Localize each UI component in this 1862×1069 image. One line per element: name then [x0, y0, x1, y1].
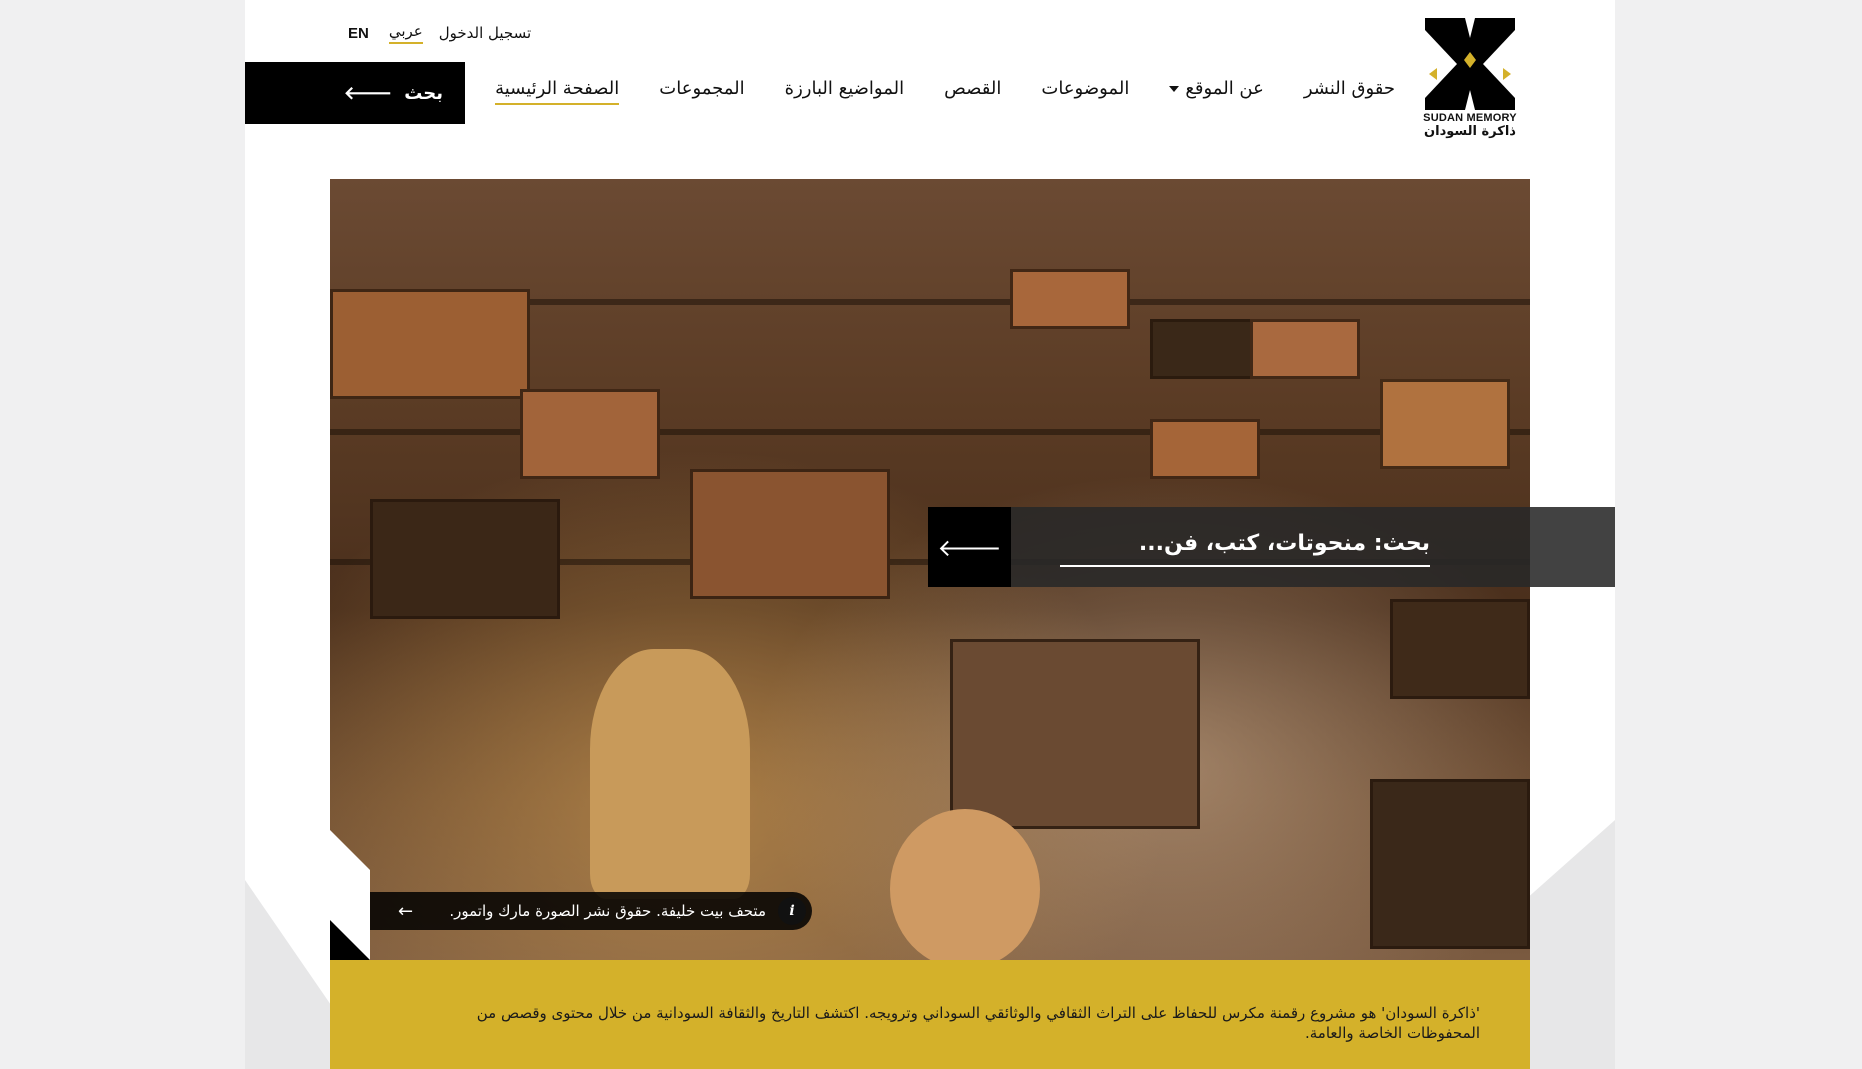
- nav-item-about[interactable]: عن الموقع: [1169, 78, 1264, 105]
- chevron-down-icon: [1169, 86, 1180, 92]
- logo-text-ar: ذاكرة السودان: [1424, 124, 1516, 139]
- search-submit-button[interactable]: 🡐: [928, 507, 1011, 587]
- search-button[interactable]: 🡐 بحث: [245, 62, 465, 124]
- main-nav: الصفحة الرئيسية المجموعات المواضيع البار…: [455, 78, 1395, 105]
- crate: [1150, 319, 1260, 379]
- crate: [950, 639, 1200, 829]
- info-icon[interactable]: i: [778, 897, 806, 925]
- decorative-shape-right: [1525, 820, 1615, 1069]
- arrow-left-icon: 🡐: [937, 533, 1002, 562]
- crate: [1380, 379, 1510, 469]
- crate: [370, 499, 560, 619]
- crate: [690, 469, 890, 599]
- logo-text-en: SUDAN MEMORY: [1423, 112, 1517, 124]
- hero-search-box: 🡐 بحث: منحوتات، كتب، فن...: [928, 507, 1615, 587]
- image-caption[interactable]: ← متحف بيت خليفة. حقوق نشر الصورة مارك و…: [370, 892, 812, 930]
- crate: [1370, 779, 1530, 949]
- nav-item-stories[interactable]: القصص: [944, 78, 1001, 105]
- intro-text: 'ذاكرة السودان' هو مشروع رقمنة مكرس للحف…: [476, 1004, 1480, 1042]
- nav-item-collections[interactable]: المجموعات: [659, 78, 744, 105]
- nav-item-about-label: عن الموقع: [1185, 78, 1264, 99]
- shelf-line: [330, 429, 1530, 435]
- utility-bar: EN عربي تسجيل الدخول: [348, 22, 531, 44]
- logo-mark-icon: [1425, 18, 1515, 110]
- language-ar-link[interactable]: عربي: [388, 22, 423, 44]
- nav-item-topics[interactable]: الموضوعات: [1041, 78, 1129, 105]
- nav-item-home[interactable]: الصفحة الرئيسية: [495, 78, 620, 105]
- clay-jar: [890, 809, 1040, 960]
- site-logo[interactable]: SUDAN MEMORY ذاكرة السودان: [1423, 18, 1517, 139]
- crate: [520, 389, 660, 479]
- crate: [1390, 599, 1530, 699]
- caption-text: متحف بيت خليفة. حقوق نشر الصورة مارك وات…: [449, 902, 766, 920]
- crate: [1010, 269, 1130, 329]
- nav-item-featured[interactable]: المواضيع البارزة: [785, 78, 904, 105]
- crate: [1150, 419, 1260, 479]
- language-en-link[interactable]: EN: [348, 25, 369, 42]
- arrow-left-icon: 🡐: [343, 82, 393, 104]
- search-button-label: بحث: [404, 82, 443, 104]
- page: EN عربي تسجيل الدخول SUDAN MEMORY ذاكرة …: [245, 0, 1615, 1069]
- sack: [590, 649, 750, 899]
- nav-item-copyright[interactable]: حقوق النشر: [1304, 78, 1395, 105]
- crate: [330, 289, 530, 399]
- search-input[interactable]: بحث: منحوتات، كتب، فن...: [1060, 529, 1430, 567]
- arrow-left-icon: ←: [398, 900, 414, 922]
- crate: [1250, 319, 1360, 379]
- intro-band: 'ذاكرة السودان' هو مشروع رقمنة مكرس للحف…: [330, 960, 1530, 1069]
- login-link[interactable]: تسجيل الدخول: [439, 24, 531, 42]
